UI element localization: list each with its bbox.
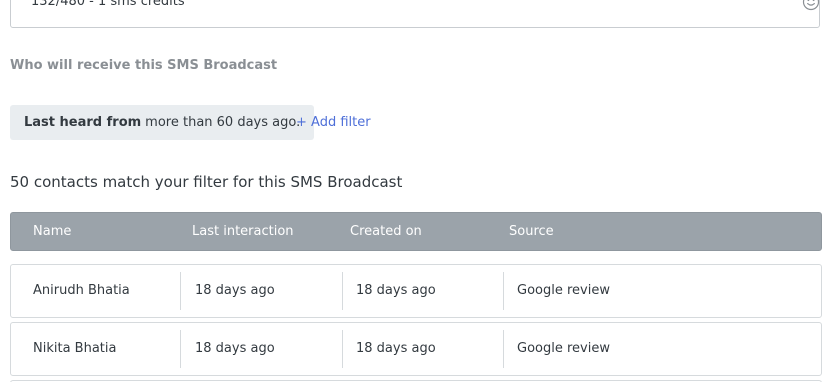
add-filter-link[interactable]: + Add filter <box>296 115 371 130</box>
last-interaction: 18 days ago <box>195 283 275 298</box>
contacts-table: Name Last interaction Created on Source … <box>10 212 822 382</box>
contact-source: Google review <box>517 283 610 298</box>
contact-name: Nikita Bhatia <box>33 341 117 356</box>
column-divider <box>342 272 343 310</box>
column-divider <box>180 330 181 368</box>
message-textarea[interactable]: 132/480 - 1 sms credits <box>10 0 820 28</box>
sms-credits-counter: 132/480 - 1 sms credits <box>31 0 185 9</box>
last-interaction: 18 days ago <box>195 341 275 356</box>
column-header-last-interaction[interactable]: Last interaction <box>192 224 294 239</box>
created-on: 18 days ago <box>356 341 436 356</box>
smiley-icon[interactable] <box>802 0 820 11</box>
match-count-text: 50 contacts match your filter for this S… <box>10 173 403 191</box>
contact-source: Google review <box>517 341 610 356</box>
table-row[interactable]: Nikita Bhatia 18 days ago 18 days ago Go… <box>10 322 822 376</box>
column-divider <box>503 272 504 310</box>
sms-broadcast-page: 132/480 - 1 sms credits Who will receive… <box>0 0 832 382</box>
table-row[interactable]: Anirudh Bhatia 18 days ago 18 days ago G… <box>10 264 822 318</box>
contact-name: Anirudh Bhatia <box>33 283 130 298</box>
filter-chip-last-heard[interactable]: Last heard from more than 60 days ago. <box>10 105 315 140</box>
column-divider <box>503 330 504 368</box>
created-on: 18 days ago <box>356 283 436 298</box>
column-header-created-on[interactable]: Created on <box>350 224 422 239</box>
column-divider <box>342 330 343 368</box>
filter-value: more than 60 days ago. <box>145 115 301 130</box>
filter-key: Last heard from <box>24 115 142 130</box>
column-header-name[interactable]: Name <box>33 224 71 239</box>
column-divider <box>180 272 181 310</box>
table-header: Name Last interaction Created on Source <box>10 212 822 251</box>
recipients-section-label: Who will receive this SMS Broadcast <box>10 58 278 73</box>
column-header-source[interactable]: Source <box>509 224 554 239</box>
